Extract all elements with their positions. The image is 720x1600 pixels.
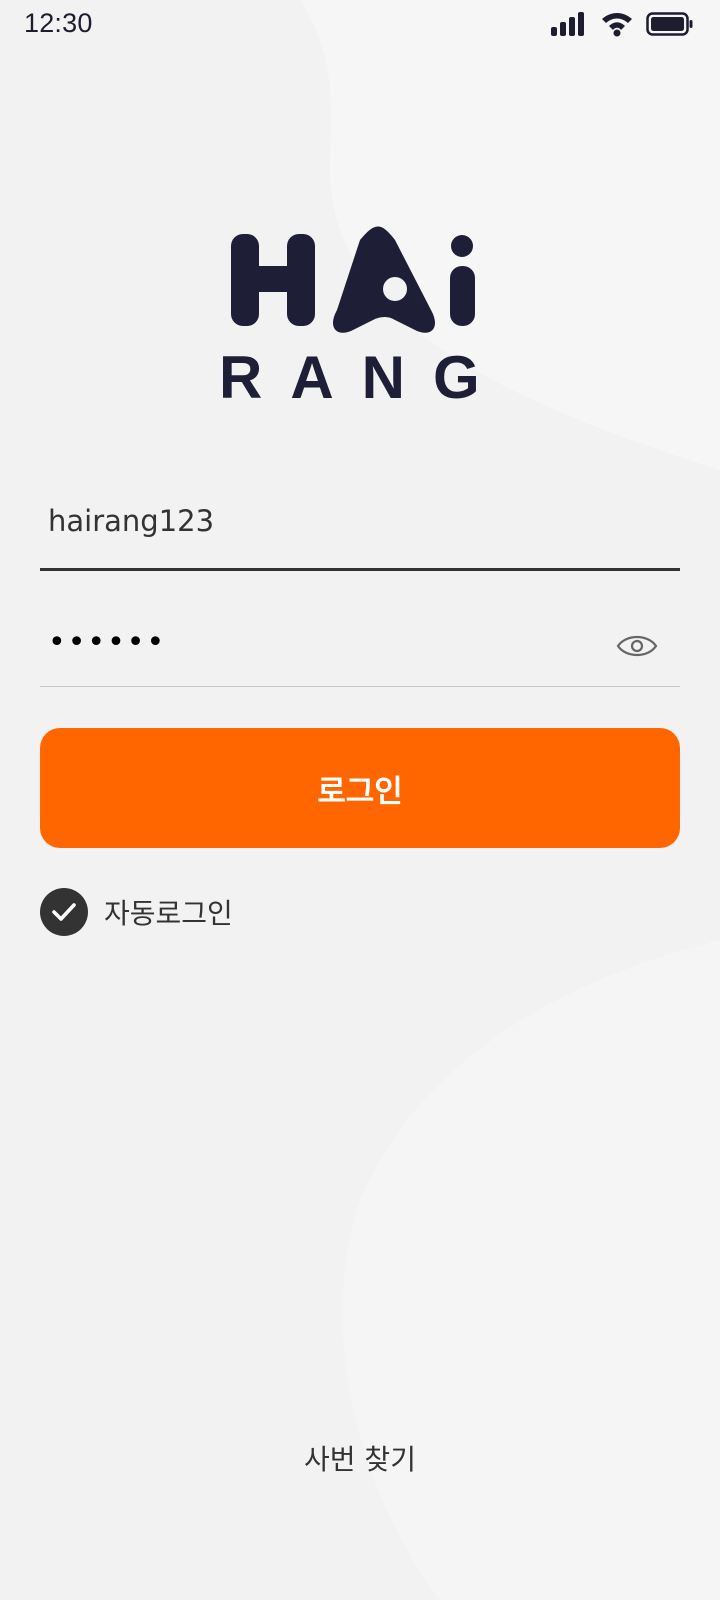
logo-wordmark: RANG (219, 344, 508, 411)
signal-icon (551, 12, 584, 36)
status-bar: 12:30 (0, 0, 720, 48)
logo-mark (231, 226, 475, 333)
eye-icon[interactable] (616, 630, 658, 662)
password-field[interactable] (40, 604, 680, 687)
status-icons (550, 10, 694, 38)
app-logo: RANG (205, 226, 505, 408)
password-input[interactable] (40, 604, 600, 680)
check-icon[interactable] (40, 888, 88, 936)
login-button[interactable]: 로그인 (40, 728, 680, 848)
find-employee-id-link[interactable]: 사번 찾기 (0, 1438, 720, 1478)
auto-login-toggle[interactable]: 자동로그인 (40, 888, 233, 936)
employee-id-field[interactable] (40, 482, 680, 571)
status-time: 12:30 (24, 8, 93, 38)
employee-id-input[interactable] (40, 482, 600, 560)
battery-icon (646, 12, 693, 36)
auto-login-label: 자동로그인 (104, 897, 233, 930)
wifi-icon (602, 13, 632, 37)
